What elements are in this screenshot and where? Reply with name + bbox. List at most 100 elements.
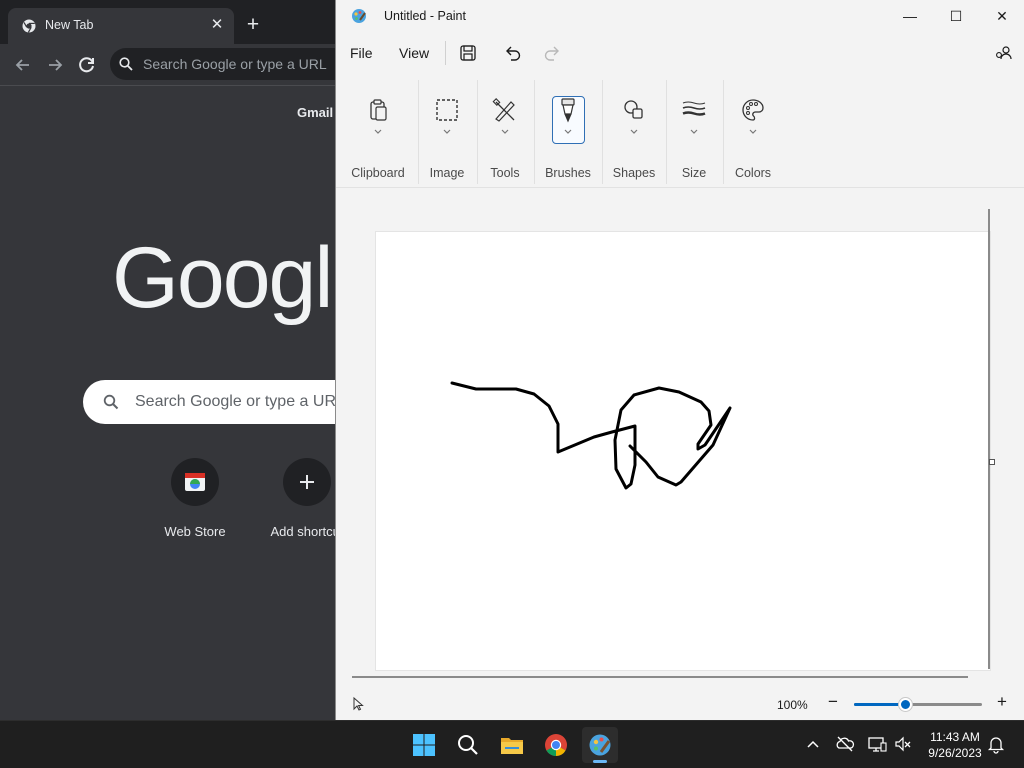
paint-window: Untitled - Paint — ☐ ✕ File View Clipboa… [335,0,1024,720]
ntp-search-placeholder: Search Google or type a URL [135,393,340,410]
paint-app-icon [352,9,366,23]
canvas-resize-handle[interactable] [989,459,995,465]
taskbar-chrome[interactable] [538,727,574,763]
chevron-down-icon [443,129,451,134]
ribbon-label: Brushes [545,166,591,180]
clock-time: 11:43 AM [930,730,980,744]
close-icon[interactable]: ✕ [979,0,1024,32]
ntp-search-box[interactable]: Search Google or type a URL [83,380,340,424]
web-store-icon [171,458,219,506]
canvas-area [336,189,1024,671]
shortcut-label: Add shortcut [270,524,341,539]
drawing-canvas[interactable] [375,231,991,671]
save-icon[interactable] [457,42,479,64]
taskbar-file-explorer[interactable] [494,727,530,763]
ribbon-divider [477,80,478,184]
ribbon-group-size[interactable]: Size [668,76,720,188]
new-tab-page: Gmail Googl Search Google or type a URL … [0,87,340,720]
menu-file[interactable]: File [350,45,373,61]
back-icon[interactable] [10,52,36,78]
ribbon-group-tools[interactable]: Tools [479,76,531,188]
paint-window-title: Untitled - Paint [384,9,466,23]
select-icon [436,99,458,121]
paint-menu-bar: File View [336,32,1024,72]
clipboard-icon [370,99,387,121]
tab-title: New Tab [45,18,94,32]
ribbon-label: Size [681,166,707,180]
shortcut-add[interactable]: Add shortcut [262,458,340,539]
network-icon[interactable] [867,734,887,754]
ribbon-group-brushes[interactable]: Brushes [538,76,598,188]
start-button[interactable] [406,727,442,763]
paint-status-bar: 100% − + [336,686,1024,720]
palette-icon [742,99,764,121]
ribbon-divider [534,80,535,184]
zoom-out-button[interactable]: − [824,692,842,712]
search-icon [119,57,133,71]
zoom-slider-fill [854,703,906,706]
tab-close-icon[interactable]: ✕ [207,15,227,35]
reload-icon[interactable] [74,52,100,78]
taskbar-paint[interactable] [582,727,618,763]
ribbon-label: Colors [734,166,772,180]
maximize-icon[interactable]: ☐ [933,0,979,32]
forward-icon[interactable] [42,52,68,78]
zoom-slider[interactable] [854,698,982,711]
chrome-tab-new-tab[interactable]: New Tab ✕ [8,8,234,44]
zoom-level-text: 100% [777,698,808,712]
chevron-down-icon [564,129,572,134]
ribbon-divider [666,80,667,184]
shapes-icon [624,100,643,119]
gmail-link[interactable]: Gmail [297,105,333,120]
horizontal-scrollbar[interactable] [352,676,968,678]
chevron-down-icon [749,129,757,134]
shortcut-label: Web Store [164,524,226,539]
omnibox-placeholder: Search Google or type a URL [143,56,327,72]
brush-icon [561,98,575,123]
taskbar-search-button[interactable] [450,727,486,763]
onedrive-offline-icon[interactable] [835,734,855,754]
active-app-indicator [593,760,607,763]
omnibox[interactable]: Search Google or type a URL [110,48,350,80]
menu-view[interactable]: View [399,45,429,61]
chrome-favicon-icon [22,19,36,33]
chrome-window: New Tab ✕ + Search Google or type a URL … [0,0,350,720]
ribbon-group-colors[interactable]: Colors [725,76,781,188]
minimize-icon[interactable]: — [887,0,933,32]
account-settings-icon[interactable] [993,42,1015,64]
volume-muted-icon[interactable] [893,734,913,754]
google-logo: Googl [112,230,333,326]
chrome-toolbar: Search Google or type a URL [0,44,350,86]
chevron-up-icon[interactable] [803,734,823,754]
ribbon-label: Shapes [612,166,656,180]
menu-divider [445,41,446,65]
new-tab-button[interactable]: + [240,13,266,39]
search-icon [103,394,119,410]
undo-icon[interactable] [502,42,524,64]
zoom-slider-thumb[interactable] [899,698,913,711]
ribbon-group-image[interactable]: Image [420,76,474,188]
ribbon-group-shapes[interactable]: Shapes [604,76,664,188]
size-icon [682,101,706,116]
paint-icon [589,734,611,756]
chrome-icon [545,734,567,756]
chevron-down-icon [501,129,509,134]
clock-date: 9/26/2023 [928,746,982,760]
file-explorer-icon [501,738,523,754]
system-clock[interactable]: 11:43 AM 9/26/2023 [920,729,990,761]
vertical-scrollbar[interactable] [988,209,990,669]
ribbon-divider [418,80,419,184]
taskbar: 11:43 AM 9/26/2023 [0,720,1024,768]
plus-icon [283,458,331,506]
paint-title-bar[interactable]: Untitled - Paint — ☐ ✕ [336,0,1024,32]
notification-bell-icon[interactable] [986,734,1006,754]
drawn-stroke [450,381,732,490]
search-icon [458,735,478,755]
ribbon-group-clipboard[interactable]: Clipboard [346,76,410,188]
ribbon-divider [602,80,603,184]
redo-icon[interactable] [541,42,563,64]
shortcut-web-store[interactable]: Web Store [150,458,240,539]
ribbon-label: Clipboard [351,166,405,180]
ribbon-divider [723,80,724,184]
zoom-in-button[interactable]: + [993,692,1011,712]
